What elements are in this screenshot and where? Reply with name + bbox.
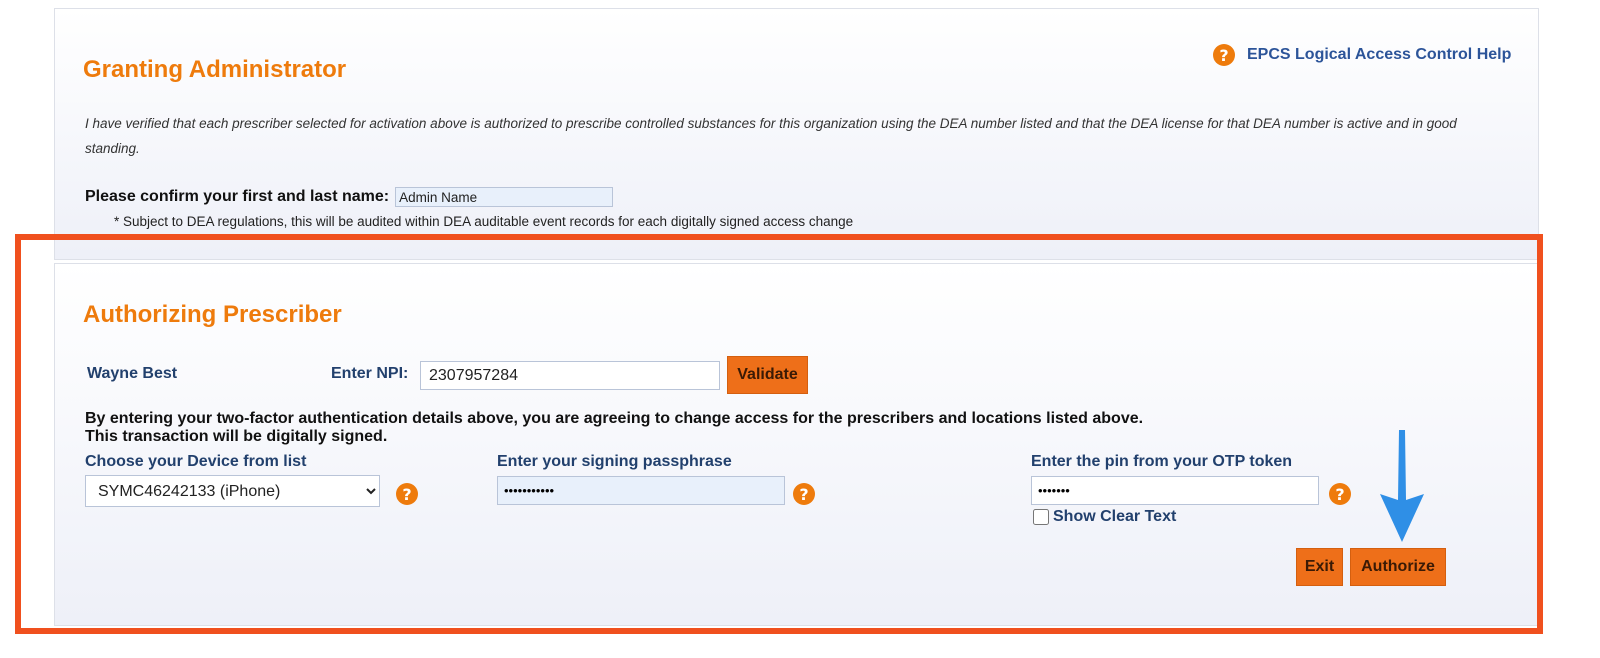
validate-button[interactable]: Validate bbox=[727, 356, 808, 394]
exit-button[interactable]: Exit bbox=[1296, 548, 1343, 586]
device-help-icon[interactable]: ? bbox=[396, 483, 418, 505]
granting-administrator-panel: Granting Administrator ? EPCS Logical Ac… bbox=[54, 8, 1539, 260]
agreement-line-1: By entering your two-factor authenticati… bbox=[85, 410, 1144, 427]
show-clear-text-checkbox[interactable] bbox=[1033, 509, 1049, 525]
device-select[interactable]: SYMC46242133 (iPhone) bbox=[85, 475, 380, 507]
agreement-text: By entering your two-factor authenticati… bbox=[85, 410, 1143, 446]
confirm-name-input[interactable] bbox=[395, 187, 614, 207]
passphrase-help-icon[interactable]: ? bbox=[793, 483, 815, 505]
authorizing-prescriber-title: Authorizing Prescriber bbox=[83, 301, 342, 328]
passphrase-input[interactable] bbox=[497, 476, 785, 505]
otp-input[interactable] bbox=[1031, 476, 1319, 505]
verification-statement: I have verified that each prescriber sel… bbox=[85, 116, 1457, 156]
show-clear-text-label: Show Clear Text bbox=[1053, 508, 1177, 525]
prescriber-name: Wayne Best bbox=[87, 365, 178, 382]
epcs-help-link-label: EPCS Logical Access Control Help bbox=[1247, 46, 1512, 63]
otp-help-icon[interactable]: ? bbox=[1329, 483, 1351, 505]
device-label: Choose your Device from list bbox=[85, 453, 307, 470]
npi-label: Enter NPI: bbox=[331, 365, 409, 382]
show-clear-text-toggle[interactable]: Show Clear Text bbox=[1033, 508, 1176, 526]
question-circle-icon: ? bbox=[1213, 44, 1235, 66]
authorize-button[interactable]: Authorize bbox=[1350, 548, 1446, 586]
passphrase-label: Enter your signing passphrase bbox=[497, 453, 732, 470]
otp-label: Enter the pin from your OTP token bbox=[1031, 453, 1293, 470]
authorizing-prescriber-panel: Authorizing Prescriber Wayne Best Enter … bbox=[54, 263, 1539, 626]
confirm-name-row: Please confirm your first and last name: bbox=[85, 187, 614, 207]
agreement-line-2: This transaction will be digitally signe… bbox=[85, 428, 388, 445]
epcs-help-link[interactable]: ? EPCS Logical Access Control Help bbox=[1213, 44, 1511, 66]
npi-input[interactable] bbox=[420, 361, 720, 390]
audit-note: * Subject to DEA regulations, this will … bbox=[114, 214, 854, 229]
granting-administrator-title: Granting Administrator bbox=[83, 56, 347, 83]
confirm-name-label: Please confirm your first and last name: bbox=[85, 188, 390, 205]
